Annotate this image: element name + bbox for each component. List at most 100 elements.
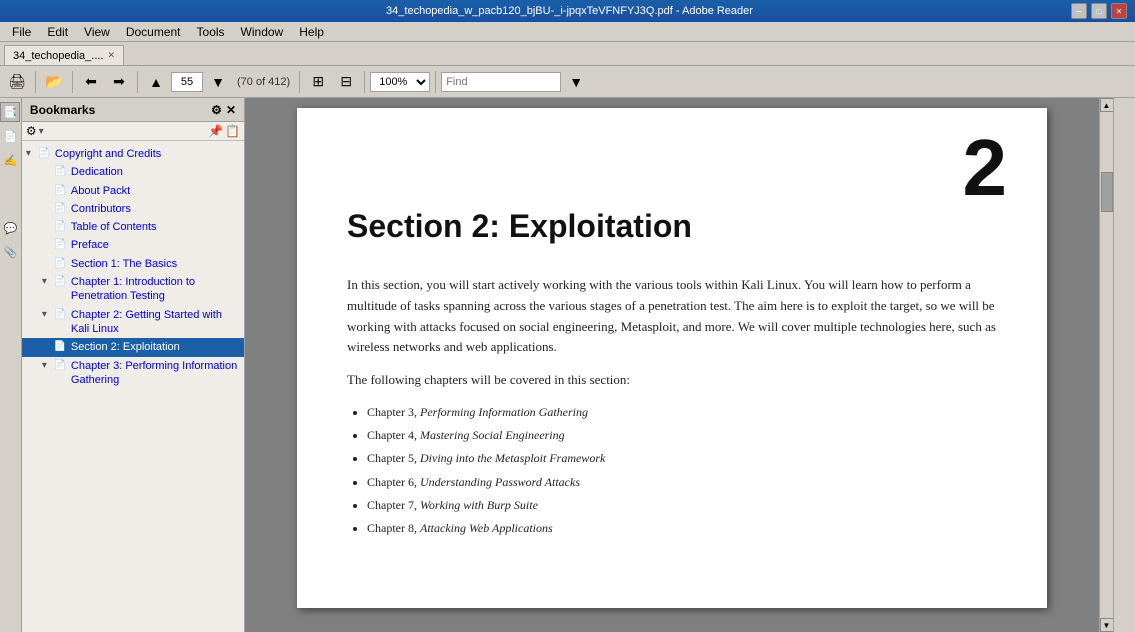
toolbar-separator-5 xyxy=(364,71,365,93)
bookmark-label-text: Chapter 3: Performing Information Gather… xyxy=(71,359,240,388)
bookmark-item-section2[interactable]: 📄Section 2: Exploitation xyxy=(22,338,244,356)
scroll-down-button[interactable]: ▼ xyxy=(1100,618,1114,632)
toolbar-separator-6 xyxy=(435,71,436,93)
scroll-thumb[interactable] xyxy=(1101,172,1113,212)
titlebar: 34_techopedia_w_pacb120_bjBU-_i-jpqxTeVF… xyxy=(0,0,1135,22)
menu-view[interactable]: View xyxy=(76,23,118,41)
expander-icon: ▾ xyxy=(42,275,54,288)
main-area: 📑 📄 ✍ 💬 📎 Bookmarks ⚙ ✕ ⚙ ▾ xyxy=(0,98,1135,632)
bookmark-label-text: About Packt xyxy=(71,184,240,198)
chapter-list-item: Chapter 4, Mastering Social Engineering xyxy=(367,426,997,445)
pdf-paragraph-1: In this section, you will start actively… xyxy=(347,275,997,358)
bookmark-new-icon[interactable]: 📌 xyxy=(208,124,223,138)
print-button[interactable]: 🖨 xyxy=(4,69,30,95)
minimize-button[interactable]: ─ xyxy=(1071,3,1087,19)
panel-close-icon[interactable]: ✕ xyxy=(226,103,236,117)
menubar: File Edit View Document Tools Window Hel… xyxy=(0,22,1135,42)
prev-page-button[interactable]: ▲ xyxy=(143,69,169,95)
menu-file[interactable]: File xyxy=(4,23,39,41)
zoom-select[interactable]: 100% 75% 125% 150% xyxy=(370,72,430,92)
pdf-body: In this section, you will start actively… xyxy=(347,275,997,538)
bookmark-item-copyright[interactable]: ▾📄Copyright and Credits xyxy=(22,145,244,163)
fit-page-button[interactable]: ⊞ xyxy=(305,69,331,95)
pdf-scrollbar: ▲ ▼ xyxy=(1099,98,1113,632)
panel-icons: ⚙ ✕ xyxy=(211,103,236,117)
bookmark-label-text: Section 1: The Basics xyxy=(71,257,240,271)
maximize-button[interactable]: □ xyxy=(1091,3,1107,19)
bookmark-item-section1[interactable]: 📄Section 1: The Basics xyxy=(22,255,244,273)
bookmark-label-text: Copyright and Credits xyxy=(55,147,240,161)
bookmark-label-text: Preface xyxy=(71,238,240,252)
next-view-button[interactable]: ➡ xyxy=(106,69,132,95)
doc-icon: 📄 xyxy=(54,275,68,288)
bookmark-toolbar: ⚙ ▾ 📌 📋 xyxy=(22,122,244,141)
expander-icon: ▾ xyxy=(42,359,54,372)
bookmark-label-text: Section 2: Exploitation xyxy=(71,340,240,354)
chapter-list-item: Chapter 5, Diving into the Metasploit Fr… xyxy=(367,449,997,468)
toolbar-separator-3 xyxy=(137,71,138,93)
next-page-button[interactable]: ▼ xyxy=(205,69,231,95)
toolbar: 🖨 📂 ⬅ ➡ ▲ ▼ (70 of 412) ⊞ ⊟ 100% 75% 125… xyxy=(0,66,1135,98)
pdf-chapter-list: Chapter 3, Performing Information Gather… xyxy=(367,403,997,538)
toolbar-separator-4 xyxy=(299,71,300,93)
toolbar-separator xyxy=(35,71,36,93)
bookmark-settings-icon[interactable]: ⚙ xyxy=(26,124,37,138)
toolbar-separator-2 xyxy=(72,71,73,93)
pdf-paragraph-2: The following chapters will be covered i… xyxy=(347,370,997,391)
bookmark-item-toc[interactable]: 📄Table of Contents xyxy=(22,218,244,236)
bookmark-item-about[interactable]: 📄About Packt xyxy=(22,182,244,200)
tabbar: 34_techopedia_.... ✕ xyxy=(0,42,1135,66)
open-button[interactable]: 📂 xyxy=(41,69,67,95)
doc-icon: 📄 xyxy=(38,147,52,160)
doc-icon: 📄 xyxy=(54,184,68,197)
chapter-list-item: Chapter 6, Understanding Password Attack… xyxy=(367,473,997,492)
sidebar-icon-signatures[interactable]: ✍ xyxy=(0,150,20,170)
doc-icon: 📄 xyxy=(54,359,68,372)
titlebar-title: 34_techopedia_w_pacb120_bjBU-_i-jpqxTeVF… xyxy=(68,5,1071,17)
bookmark-item-chapter1[interactable]: ▾📄Chapter 1: Introduction to Penetration… xyxy=(22,273,244,306)
chapter-list-item: Chapter 8, Attacking Web Applications xyxy=(367,519,997,538)
sidebar-icon-bookmarks[interactable]: 📑 xyxy=(0,102,20,122)
menu-window[interactable]: Window xyxy=(233,23,292,41)
page-number-input[interactable] xyxy=(171,72,203,92)
section-title: Section 2: Exploitation xyxy=(347,208,997,245)
menu-help[interactable]: Help xyxy=(291,23,332,41)
bookmark-label-text: Chapter 1: Introduction to Penetration T… xyxy=(71,275,240,304)
bookmark-item-preface[interactable]: 📄Preface xyxy=(22,236,244,254)
sidebar-icon-attachments[interactable]: 📎 xyxy=(0,242,20,262)
pdf-tab[interactable]: 34_techopedia_.... ✕ xyxy=(4,45,124,65)
find-dropdown-button[interactable]: ▼ xyxy=(563,69,589,95)
menu-edit[interactable]: Edit xyxy=(39,23,76,41)
find-input[interactable] xyxy=(441,72,561,92)
sidebar-icon-pages[interactable]: 📄 xyxy=(0,126,20,146)
bookmark-collapse-icon[interactable]: 📋 xyxy=(225,124,240,138)
expander-icon: ▾ xyxy=(42,308,54,321)
left-panel: 📑 📄 ✍ 💬 📎 Bookmarks ⚙ ✕ ⚙ ▾ xyxy=(0,98,245,632)
doc-icon: 📄 xyxy=(54,202,68,215)
fit-width-button[interactable]: ⊟ xyxy=(333,69,359,95)
prev-view-button[interactable]: ⬅ xyxy=(78,69,104,95)
menu-tools[interactable]: Tools xyxy=(189,23,233,41)
right-panel xyxy=(1113,98,1135,632)
tab-close-button[interactable]: ✕ xyxy=(108,50,116,61)
panel-settings-icon[interactable]: ⚙ xyxy=(211,103,222,117)
pdf-page: 2 Section 2: Exploitation In this sectio… xyxy=(297,108,1047,608)
bookmark-item-dedication[interactable]: 📄Dedication xyxy=(22,163,244,181)
bookmark-item-contributors[interactable]: 📄Contributors xyxy=(22,200,244,218)
expander-icon: ▾ xyxy=(26,147,38,160)
sidebar-icon-comments[interactable]: 💬 xyxy=(0,218,20,238)
close-button[interactable]: ✕ xyxy=(1111,3,1127,19)
bookmark-item-chapter2[interactable]: ▾📄Chapter 2: Getting Started with Kali L… xyxy=(22,306,244,339)
scroll-up-button[interactable]: ▲ xyxy=(1100,98,1114,112)
menu-document[interactable]: Document xyxy=(118,23,189,41)
bookmark-panel: Bookmarks ⚙ ✕ ⚙ ▾ 📌 📋 ▾📄Copyright and Cr… xyxy=(22,98,244,632)
doc-icon: 📄 xyxy=(54,308,68,321)
bookmark-label-text: Table of Contents xyxy=(71,220,240,234)
tab-label: 34_techopedia_.... xyxy=(13,50,104,62)
bookmark-label-text: Dedication xyxy=(71,165,240,179)
page-number-display: 2 xyxy=(963,128,1008,208)
bookmark-item-chapter3[interactable]: ▾📄Chapter 3: Performing Information Gath… xyxy=(22,357,244,390)
doc-icon: 📄 xyxy=(54,238,68,251)
doc-icon: 📄 xyxy=(54,340,68,353)
bookmark-tree: ▾📄Copyright and Credits 📄Dedication 📄Abo… xyxy=(22,141,244,632)
